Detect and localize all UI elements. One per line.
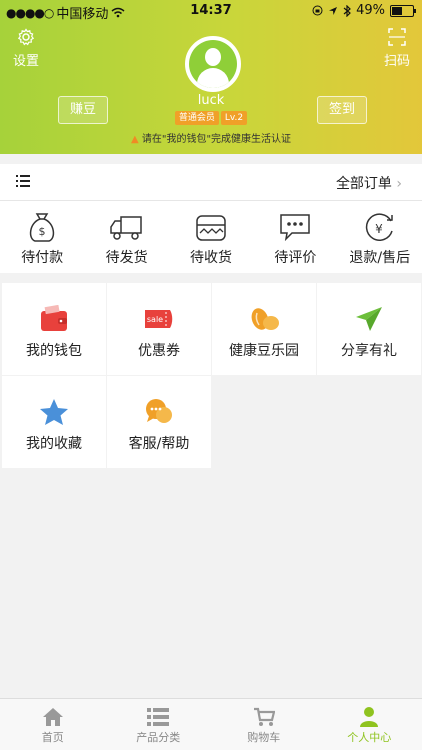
tab-label: 个人中心	[347, 731, 392, 744]
wallet-icon	[41, 305, 67, 331]
settings-button[interactable]: 设置	[12, 28, 40, 69]
feature-label: 我的收藏	[26, 436, 82, 452]
feature-label: 分享有礼	[341, 343, 397, 359]
checkin-button[interactable]: 签到	[317, 96, 367, 124]
order-item-label: 待发货	[105, 250, 148, 266]
order-pending-review[interactable]: 待评价	[253, 201, 337, 273]
star-icon	[40, 399, 68, 425]
refund-icon: ¥	[365, 213, 393, 241]
orientation-lock-icon	[312, 5, 323, 16]
level-badge: Lv.2	[220, 111, 248, 125]
order-pending-payment[interactable]: $ 待付款	[0, 201, 84, 273]
tab-label: 首页	[41, 731, 64, 744]
bean-park-cell[interactable]: 健康豆乐园	[212, 283, 316, 375]
member-level-badge: 普通会员	[174, 111, 219, 125]
all-orders-row[interactable]: 全部订单 ›	[0, 164, 422, 201]
feature-label: 优惠券	[138, 343, 180, 359]
order-item-label: 待付款	[21, 250, 64, 266]
order-refund[interactable]: ¥ 退款/售后	[338, 201, 422, 273]
comment-icon	[280, 214, 310, 242]
profile-header: ●●●●○ 中国移动 14:37 49% 设置 扫码 luck 普通会员 Lv.…	[0, 0, 422, 154]
coupon-cell[interactable]: sale 优惠券	[107, 283, 211, 375]
bottom-tab-bar: 首页 产品分类 购物车 个人中心	[0, 698, 422, 750]
all-orders-label: 全部订单	[335, 176, 392, 192]
warning-icon: ▲	[130, 134, 139, 145]
order-pending-shipment[interactable]: 待发货	[84, 201, 168, 273]
order-status-grid: $ 待付款 待发货 待收货 待评价 ¥ 退款/售后	[0, 201, 422, 273]
home-icon	[42, 708, 63, 726]
coupon-icon-text: sale	[147, 315, 163, 324]
location-icon	[329, 6, 338, 15]
list-icon	[16, 175, 30, 187]
svg-text:¥: ¥	[375, 222, 383, 236]
beans-icon	[251, 308, 279, 330]
tab-label: 产品分类	[136, 731, 181, 744]
tab-profile[interactable]: 个人中心	[317, 699, 422, 750]
status-bar: ●●●●○ 中国移动 14:37 49%	[0, 0, 422, 22]
truck-icon	[110, 216, 143, 240]
scan-button[interactable]: 扫码	[382, 28, 412, 69]
scan-icon	[388, 28, 406, 46]
feature-label: 健康豆乐园	[229, 343, 299, 359]
order-item-label: 待评价	[274, 250, 317, 266]
category-icon	[147, 708, 170, 726]
share-cell[interactable]: 分享有礼	[317, 283, 421, 375]
coupon-icon: sale	[145, 310, 173, 328]
tab-categories[interactable]: 产品分类	[106, 699, 212, 750]
order-pending-receipt[interactable]: 待收货	[169, 201, 253, 273]
battery-icon	[390, 4, 416, 17]
battery-percent: 49%	[356, 3, 385, 18]
favorites-cell[interactable]: 我的收藏	[2, 376, 106, 468]
feature-label: 我的钱包	[26, 343, 82, 359]
bluetooth-icon	[343, 4, 351, 17]
avatar[interactable]	[185, 36, 241, 92]
notice-text: 请在"我的钱包"完成健康生活认证	[141, 134, 292, 145]
box-icon	[196, 215, 226, 241]
verification-notice[interactable]: ▲ 请在"我的钱包"完成健康生活认证	[0, 130, 422, 145]
person-icon	[360, 707, 379, 727]
scan-label: 扫码	[383, 54, 410, 69]
order-item-label: 待收货	[189, 250, 232, 266]
feature-label: 客服/帮助	[128, 436, 190, 452]
wallet-cell[interactable]: 我的钱包	[2, 283, 106, 375]
chat-icon	[146, 399, 172, 423]
money-bag-icon: $	[29, 213, 55, 242]
svg-text:$: $	[39, 225, 46, 238]
chevron-right-icon: ›	[396, 176, 402, 192]
settings-label: 设置	[12, 54, 39, 69]
gear-icon	[17, 28, 35, 46]
earn-beans-button[interactable]: 赚豆	[58, 96, 108, 124]
order-item-label: 退款/售后	[349, 250, 411, 266]
tab-cart[interactable]: 购物车	[211, 699, 317, 750]
cart-icon	[253, 707, 275, 726]
tab-label: 购物车	[247, 731, 281, 744]
paper-plane-icon	[356, 307, 382, 331]
customer-service-cell[interactable]: 客服/帮助	[107, 376, 211, 468]
tab-home[interactable]: 首页	[0, 699, 106, 750]
